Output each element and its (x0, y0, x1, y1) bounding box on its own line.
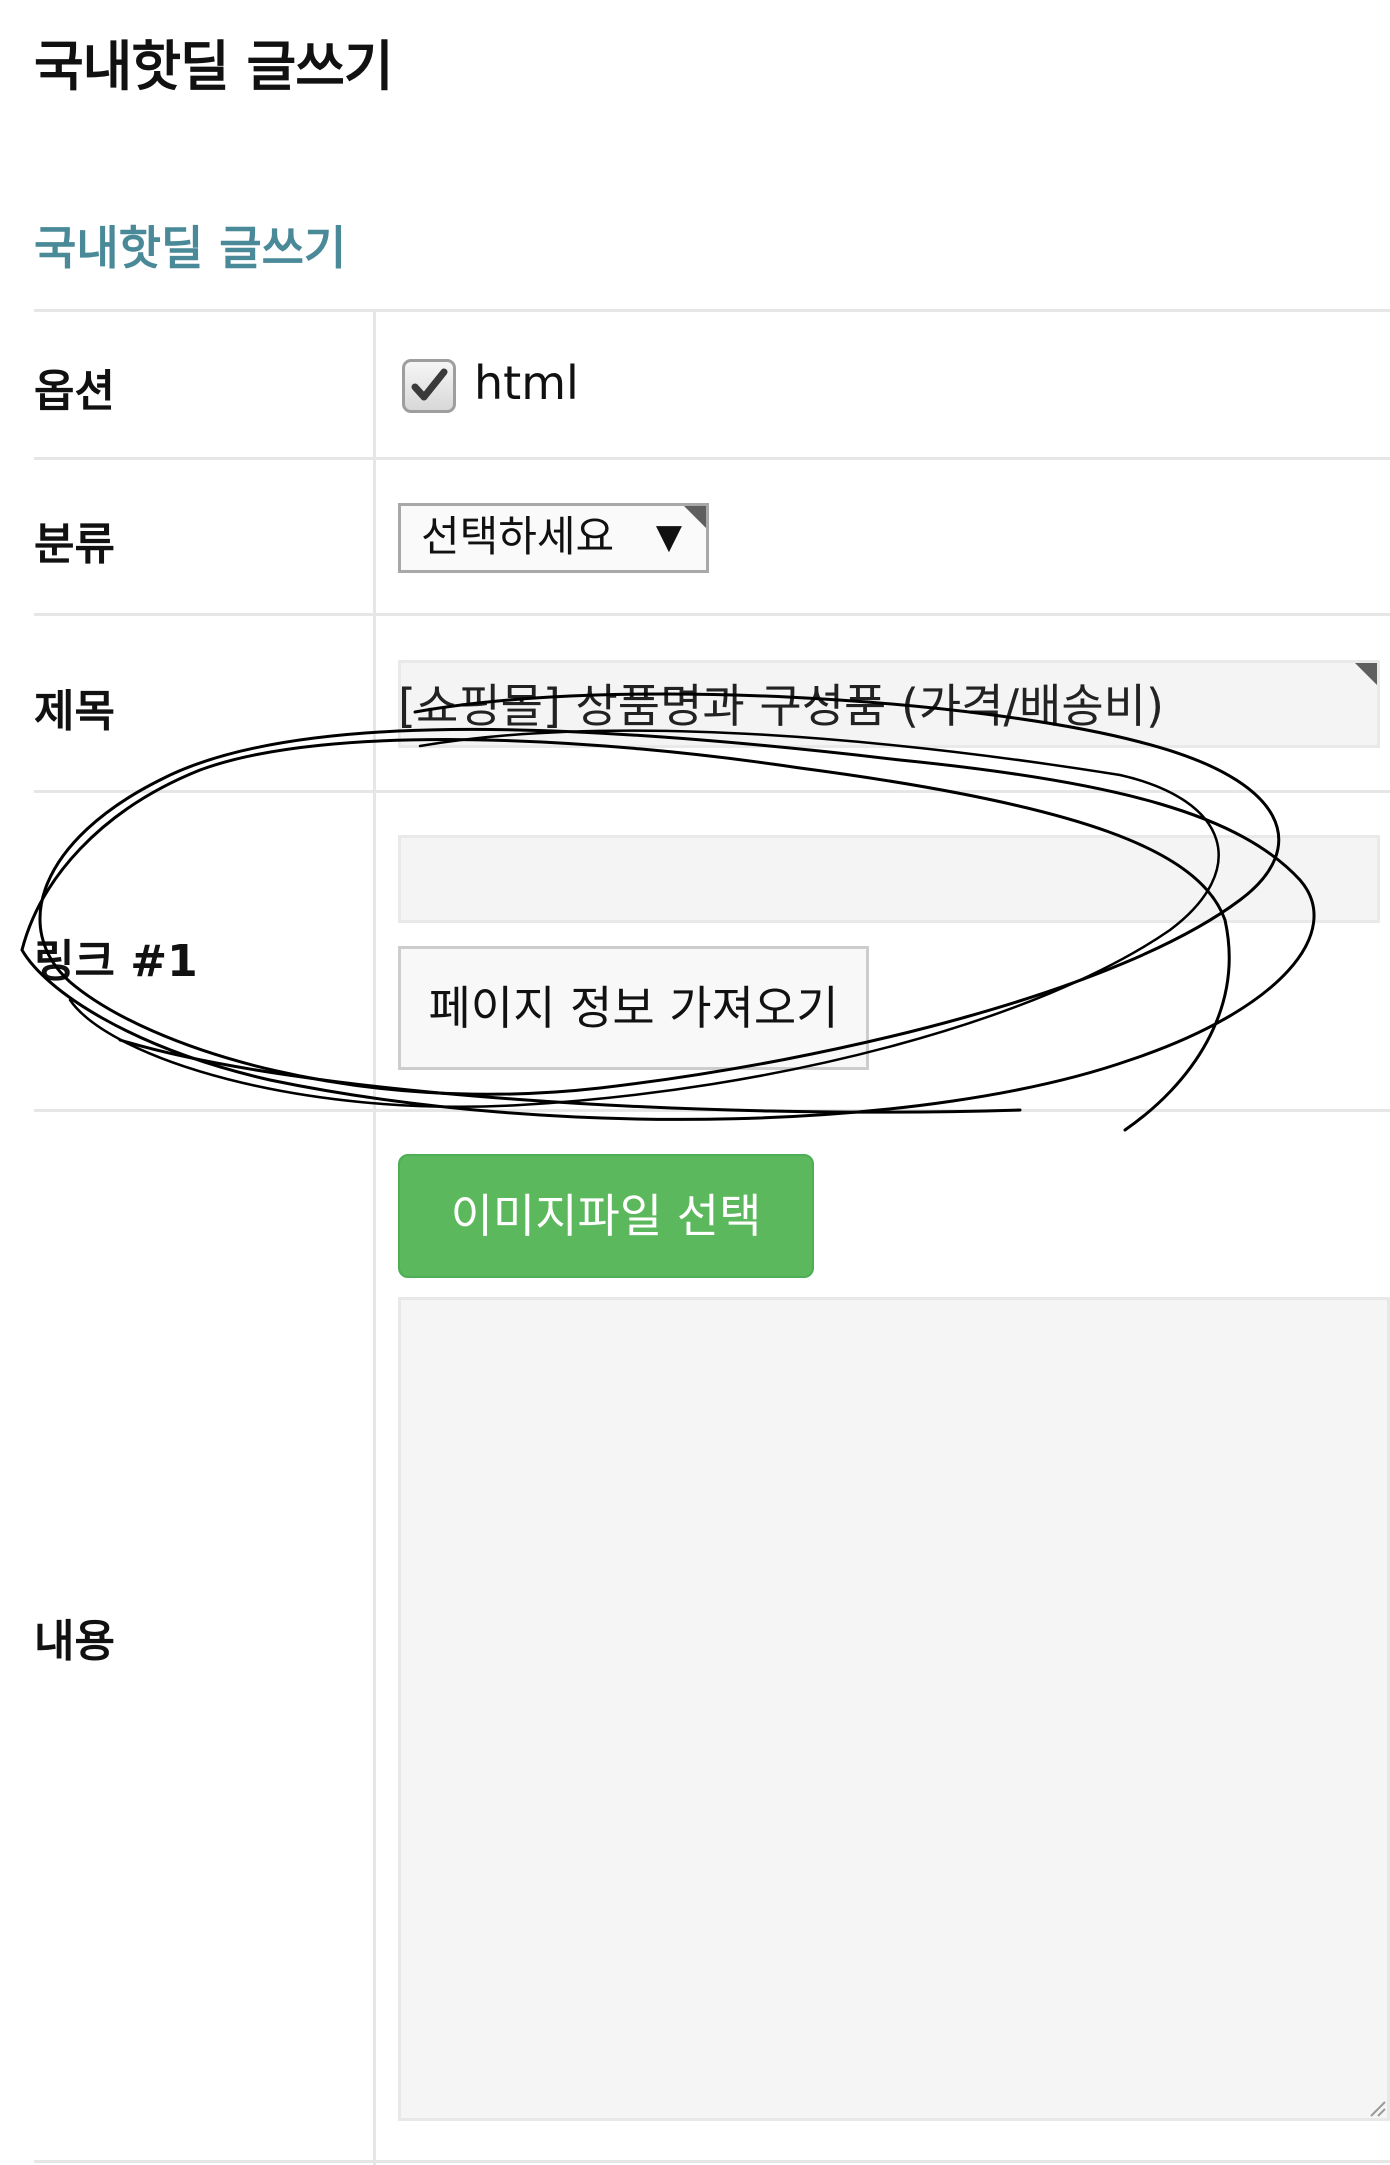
checkmark-icon (411, 368, 448, 401)
category-select[interactable]: 선택하세요 ▼ (398, 503, 709, 573)
table-divider (34, 613, 1390, 616)
caret-down-icon: ▼ (655, 517, 682, 557)
table-divider (34, 309, 1390, 312)
table-divider (34, 2160, 1390, 2163)
resize-grip-icon[interactable] (1365, 2096, 1387, 2118)
content-textarea[interactable] (398, 1297, 1390, 2121)
subject-label: 제목 (34, 686, 115, 737)
content-label: 내용 (34, 1616, 115, 1667)
link-input[interactable] (398, 835, 1380, 923)
fetch-page-info-button[interactable]: 페이지 정보 가져오기 (398, 946, 869, 1070)
html-checkbox-label[interactable]: html (474, 356, 579, 410)
label-column-divider (373, 312, 376, 2165)
category-label: 분류 (34, 519, 115, 570)
select-image-file-button[interactable]: 이미지파일 선택 (398, 1154, 814, 1278)
options-label: 옵션 (34, 366, 115, 417)
table-divider (34, 457, 1390, 460)
html-checkbox[interactable] (402, 359, 456, 413)
subject-placeholder: [쇼핑몰] 상품명과 구성품 (가격/배송비) (398, 679, 1164, 733)
page-title: 국내핫딜 글쓰기 (34, 35, 394, 98)
link-label: 링크 #1 (34, 936, 198, 987)
corner-marker-icon (1355, 663, 1377, 685)
table-divider (34, 790, 1390, 793)
table-divider (34, 1109, 1390, 1112)
corner-marker-icon (684, 506, 706, 528)
category-selected-value: 선택하세요 (421, 512, 615, 561)
form-section-title: 국내핫딜 글쓰기 (34, 221, 347, 275)
